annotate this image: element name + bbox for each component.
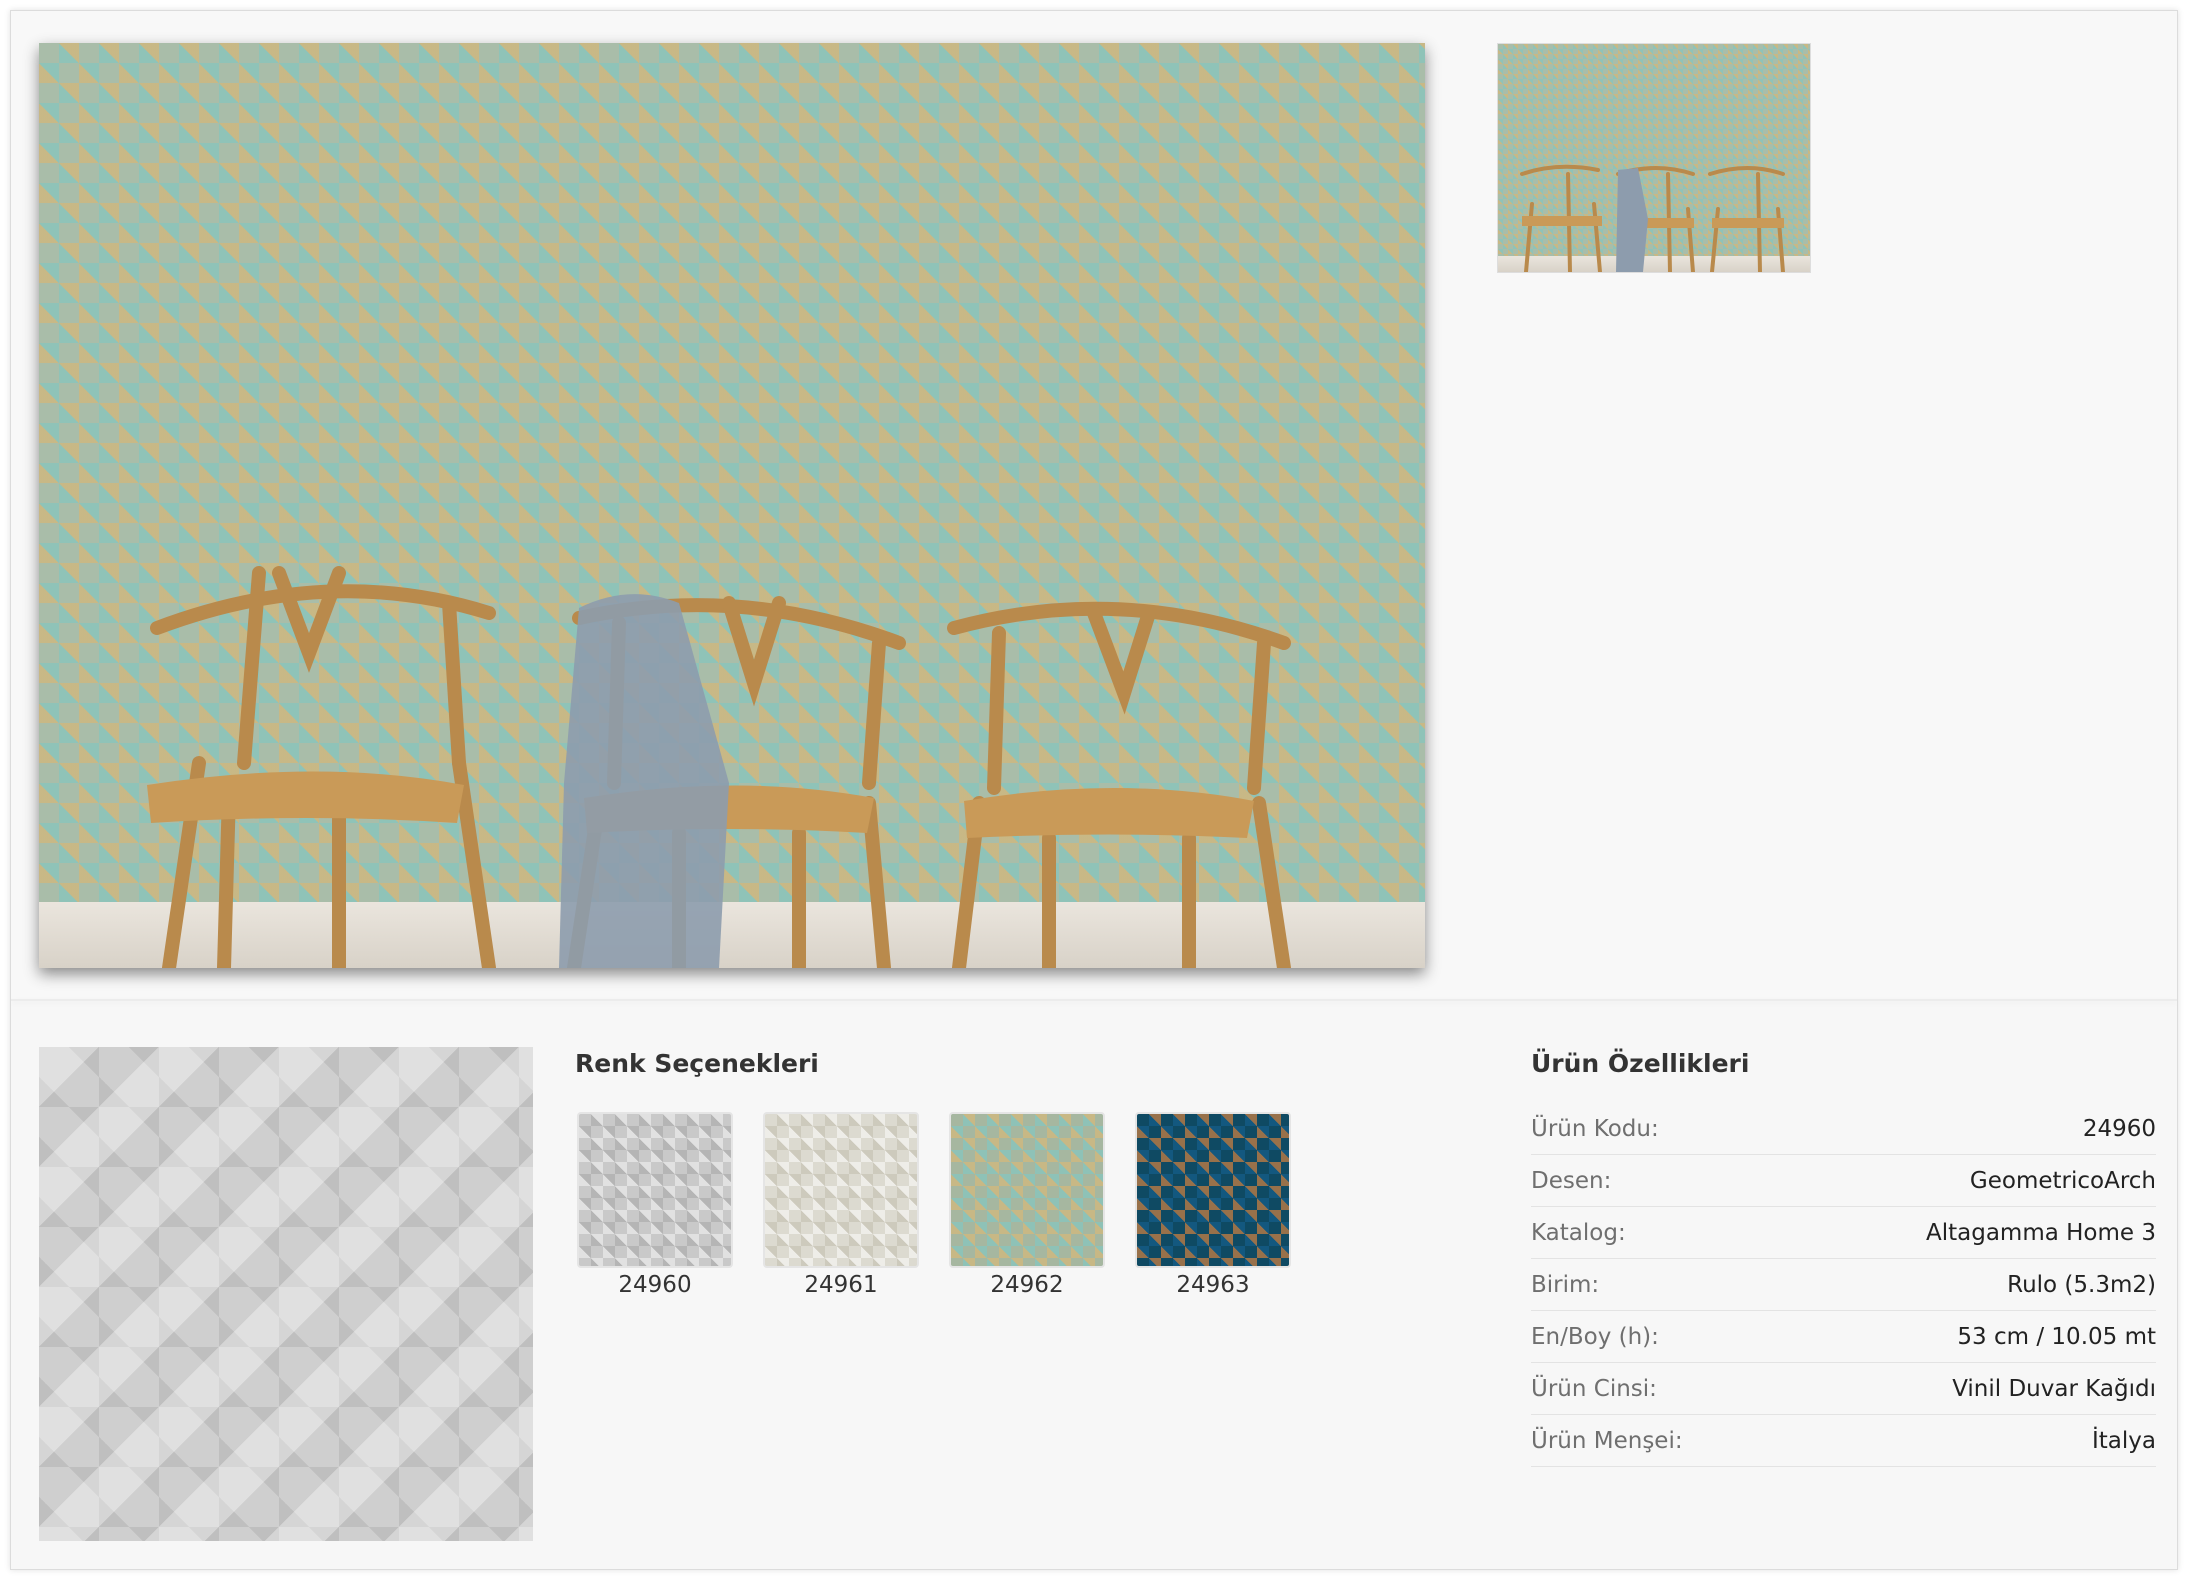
- product-properties-title: Ürün Özellikleri: [1531, 1049, 1750, 1078]
- section-divider: [11, 999, 2177, 1001]
- color-option-24962[interactable]: 24962: [949, 1112, 1105, 1298]
- property-key: Ürün Kodu:: [1531, 1115, 1659, 1142]
- gallery-thumbnail[interactable]: [1497, 43, 1811, 273]
- color-swatch[interactable]: [949, 1112, 1105, 1268]
- property-key: En/Boy (h):: [1531, 1323, 1659, 1350]
- property-value: Vinil Duvar Kağıdı: [1952, 1375, 2156, 1402]
- color-code: 24962: [990, 1272, 1064, 1298]
- property-value: Rulo (5.3m2): [2007, 1271, 2156, 1298]
- main-product-image[interactable]: [39, 43, 1425, 968]
- property-key: Birim:: [1531, 1271, 1600, 1298]
- chairs-illustration: [147, 566, 1291, 968]
- color-swatch[interactable]: [577, 1112, 733, 1268]
- color-swatch[interactable]: [1135, 1112, 1291, 1268]
- property-value: 53 cm / 10.05 mt: [1957, 1323, 2156, 1350]
- pattern-sample-image[interactable]: [39, 1047, 533, 1541]
- property-value: 24960: [2082, 1115, 2156, 1142]
- color-code: 24963: [1176, 1272, 1250, 1298]
- color-option-24960[interactable]: 24960: [577, 1112, 733, 1298]
- property-key: Katalog:: [1531, 1219, 1626, 1246]
- color-option-24963[interactable]: 24963: [1135, 1112, 1291, 1298]
- property-value: GeometricoArch: [1969, 1167, 2156, 1194]
- property-row-dimensions: En/Boy (h): 53 cm / 10.05 mt: [1531, 1311, 2156, 1363]
- property-row-catalog: Katalog: Altagamma Home 3: [1531, 1207, 2156, 1259]
- color-code: 24960: [618, 1272, 692, 1298]
- property-row-code: Ürün Kodu: 24960: [1531, 1103, 2156, 1155]
- property-row-origin: Ürün Menşei: İtalya: [1531, 1415, 2156, 1467]
- property-row-type: Ürün Cinsi: Vinil Duvar Kağıdı: [1531, 1363, 2156, 1415]
- property-row-pattern: Desen: GeometricoArch: [1531, 1155, 2156, 1207]
- property-value: Altagamma Home 3: [1925, 1219, 2156, 1246]
- color-code: 24961: [804, 1272, 878, 1298]
- color-swatch[interactable]: [763, 1112, 919, 1268]
- product-properties-table: Ürün Kodu: 24960 Desen: GeometricoArch K…: [1531, 1103, 2156, 1467]
- property-key: Ürün Menşei:: [1531, 1427, 1683, 1454]
- property-row-unit: Birim: Rulo (5.3m2): [1531, 1259, 2156, 1311]
- thumbnail-chairs: [1520, 164, 1785, 272]
- property-key: Desen:: [1531, 1167, 1612, 1194]
- property-key: Ürün Cinsi:: [1531, 1375, 1657, 1402]
- property-value: İtalya: [2092, 1427, 2156, 1454]
- color-option-24961[interactable]: 24961: [763, 1112, 919, 1298]
- color-options-title: Renk Seçenekleri: [575, 1049, 819, 1078]
- product-page: Renk Seçenekleri 24960 24961 24962 24963…: [10, 10, 2178, 1570]
